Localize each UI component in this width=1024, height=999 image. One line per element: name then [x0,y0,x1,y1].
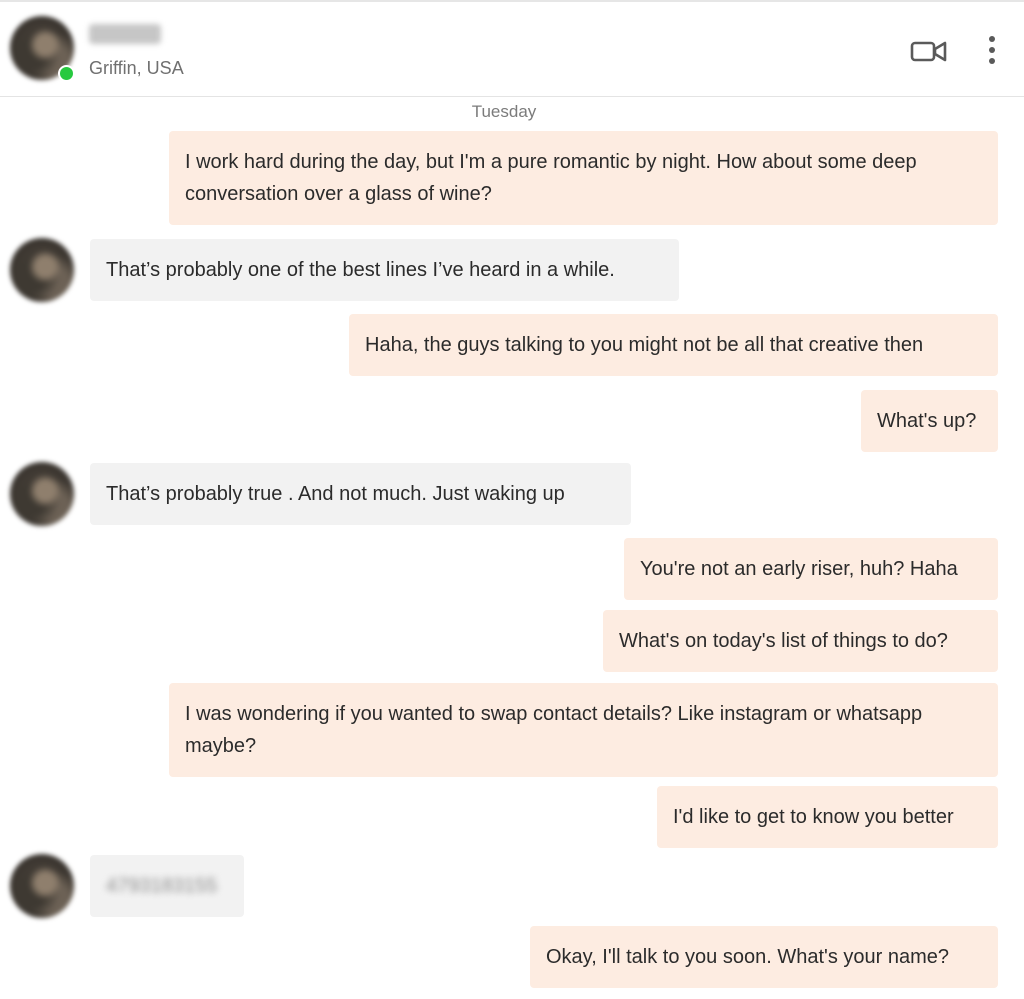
outgoing-message[interactable]: What's on today's list of things to do? [603,610,998,672]
message-text: What's up? [877,410,977,432]
outgoing-message[interactable]: You're not an early riser, huh? Haha [624,538,998,600]
message-text: That’s probably one of the best lines I’… [106,259,615,281]
more-vertical-icon[interactable] [980,34,1004,68]
online-status-dot [58,65,75,82]
message-text: Okay, I'll talk to you soon. What's your… [546,946,949,968]
incoming-message[interactable]: That’s probably true . And not much. Jus… [90,463,631,525]
message-text-blurred: 4793183155 [106,875,218,897]
outgoing-message[interactable]: Okay, I'll talk to you soon. What's your… [530,926,998,988]
contact-avatar-small[interactable] [10,854,74,918]
contact-location: Griffin, USA [89,58,184,78]
outgoing-message[interactable]: I'd like to get to know you better [657,786,998,848]
incoming-message[interactable]: That’s probably one of the best lines I’… [90,239,679,301]
contact-avatar-small[interactable] [10,462,74,526]
message-text: Haha, the guys talking to you might not … [365,334,924,356]
message-text: I work hard during the day, but I'm a pu… [185,151,917,205]
contact-name-blurred[interactable]: sayeda [89,24,161,44]
message-text: You're not an early riser, huh? Haha [640,558,958,580]
outgoing-message[interactable]: Haha, the guys talking to you might not … [349,314,998,376]
outgoing-message[interactable]: I work hard during the day, but I'm a pu… [169,131,998,225]
chat-header: sayeda Griffin, USA [0,2,1024,97]
message-text: What's on today's list of things to do? [619,630,948,652]
incoming-message-blurred[interactable]: 4793183155 [90,855,244,917]
message-text: I was wondering if you wanted to swap co… [185,703,923,757]
message-text: I'd like to get to know you better [673,806,954,828]
day-separator: Tuesday [471,102,537,121]
message-text: That’s probably true . And not much. Jus… [106,483,565,505]
video-camera-icon[interactable] [910,38,948,64]
contact-avatar-small[interactable] [10,238,74,302]
outgoing-message[interactable]: What's up? [861,390,998,452]
outgoing-message[interactable]: I was wondering if you wanted to swap co… [169,683,998,777]
